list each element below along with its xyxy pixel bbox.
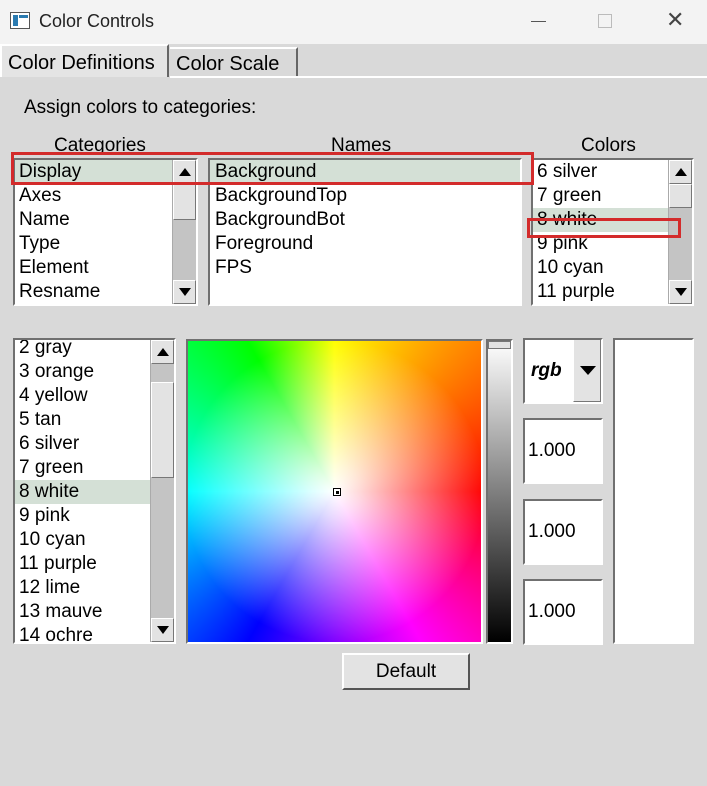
default-button[interactable]: Default [342, 653, 470, 690]
list-item[interactable]: 3 orange [15, 360, 150, 384]
list-item[interactable]: Element [15, 256, 172, 280]
list-item[interactable]: Display [15, 160, 172, 184]
minimize-icon [531, 21, 546, 22]
down-arrow-icon [179, 288, 191, 296]
list-item[interactable]: 11 purple [15, 552, 150, 576]
scroll-up-button[interactable] [669, 160, 692, 184]
hue-saturation-picker[interactable] [186, 339, 483, 644]
scroll-down-button[interactable] [669, 280, 692, 304]
assign-label: Assign colors to categories: [24, 97, 257, 118]
list-item[interactable]: 10 cyan [533, 256, 668, 280]
names-items: Background BackgroundTop BackgroundBot F… [210, 160, 520, 280]
blue-field[interactable]: 1.000 [523, 579, 603, 645]
window-title: Color Controls [39, 11, 155, 31]
brightness-slider[interactable] [486, 339, 513, 644]
scroll-up-button[interactable] [173, 160, 196, 184]
list-item[interactable]: 8 white [533, 208, 668, 232]
tab-divider [170, 76, 707, 78]
colors-listbox[interactable]: 6 silver 7 green 8 white 9 pink 10 cyan … [531, 158, 694, 306]
list-item[interactable]: 8 white [15, 480, 150, 504]
close-button[interactable]: ✕ [648, 0, 704, 44]
scroll-up-button[interactable] [151, 340, 174, 364]
maximize-icon [598, 14, 612, 28]
red-field[interactable]: 1.000 [523, 418, 603, 484]
list-item[interactable]: 11 purple [533, 280, 668, 304]
up-arrow-icon [675, 168, 687, 176]
scroll-down-button[interactable] [173, 280, 196, 304]
list-item[interactable]: Type [15, 232, 172, 256]
close-icon: ✕ [666, 8, 685, 33]
maximize-button[interactable] [578, 0, 634, 44]
list-item[interactable]: 2 gray [15, 340, 150, 360]
list-item[interactable]: BackgroundBot [210, 208, 520, 232]
names-header: Names [331, 135, 392, 156]
list-item[interactable]: Background [210, 160, 520, 184]
tab-color-scale[interactable]: Color Scale [170, 47, 298, 77]
list-item[interactable]: 10 cyan [15, 528, 150, 552]
list-item[interactable]: Foreground [210, 232, 520, 256]
list-item[interactable]: 14 ochre [15, 624, 150, 642]
list-item[interactable]: 7 green [533, 184, 668, 208]
categories-scrollbar[interactable] [172, 160, 196, 304]
colors-scrollbar[interactable] [668, 160, 692, 304]
list-item[interactable]: 9 pink [533, 232, 668, 256]
categories-header: Categories [54, 135, 146, 156]
list-item[interactable]: 5 tan [15, 408, 150, 432]
brightness-slider-handle[interactable] [488, 341, 511, 349]
colors-items: 6 silver 7 green 8 white 9 pink 10 cyan … [533, 160, 668, 304]
list-item[interactable]: 4 yellow [15, 384, 150, 408]
names-listbox[interactable]: Background BackgroundTop BackgroundBot F… [208, 158, 522, 306]
list-item[interactable]: Axes [15, 184, 172, 208]
list-item[interactable]: 13 mauve [15, 600, 150, 624]
scroll-thumb[interactable] [151, 382, 174, 478]
list-item[interactable]: 6 silver [533, 160, 668, 184]
list-item[interactable]: Resname [15, 280, 172, 304]
tab-color-definitions[interactable]: Color Definitions [0, 44, 169, 77]
up-arrow-icon [157, 348, 169, 356]
color-mode-value: rgb [531, 360, 562, 381]
scroll-down-button[interactable] [151, 618, 174, 642]
list-item[interactable]: 6 silver [15, 432, 150, 456]
down-arrow-icon [157, 626, 169, 634]
title-bar: Color Controls ✕ [0, 0, 707, 44]
scroll-thumb[interactable] [669, 184, 692, 208]
up-arrow-icon [179, 168, 191, 176]
categories-listbox[interactable]: Display Axes Name Type Element Resname [13, 158, 198, 306]
app-icon [10, 12, 30, 29]
green-field[interactable]: 1.000 [523, 499, 603, 565]
dropdown-button[interactable] [573, 340, 601, 402]
list-item[interactable]: 7 green [15, 456, 150, 480]
palette-items: 2 gray 3 orange 4 yellow 5 tan 6 silver … [15, 340, 150, 642]
list-item[interactable]: 9 pink [15, 504, 150, 528]
categories-items: Display Axes Name Type Element Resname [15, 160, 172, 304]
list-item[interactable]: Name [15, 208, 172, 232]
scroll-thumb[interactable] [173, 184, 196, 220]
list-item[interactable]: 12 lime [15, 576, 150, 600]
color-mode-dropdown[interactable]: rgb [523, 338, 603, 404]
list-item[interactable]: BackgroundTop [210, 184, 520, 208]
color-preview [613, 338, 694, 644]
down-arrow-icon [675, 288, 687, 296]
colors-header: Colors [581, 135, 636, 156]
tab-bar: Color Definitions Color Scale [0, 44, 707, 77]
list-item[interactable]: FPS [210, 256, 520, 280]
minimize-button[interactable] [512, 0, 568, 44]
palette-listbox[interactable]: 2 gray 3 orange 4 yellow 5 tan 6 silver … [13, 338, 176, 644]
palette-scrollbar[interactable] [150, 340, 174, 642]
picker-cursor[interactable] [333, 488, 341, 496]
chevron-down-icon [580, 366, 596, 375]
